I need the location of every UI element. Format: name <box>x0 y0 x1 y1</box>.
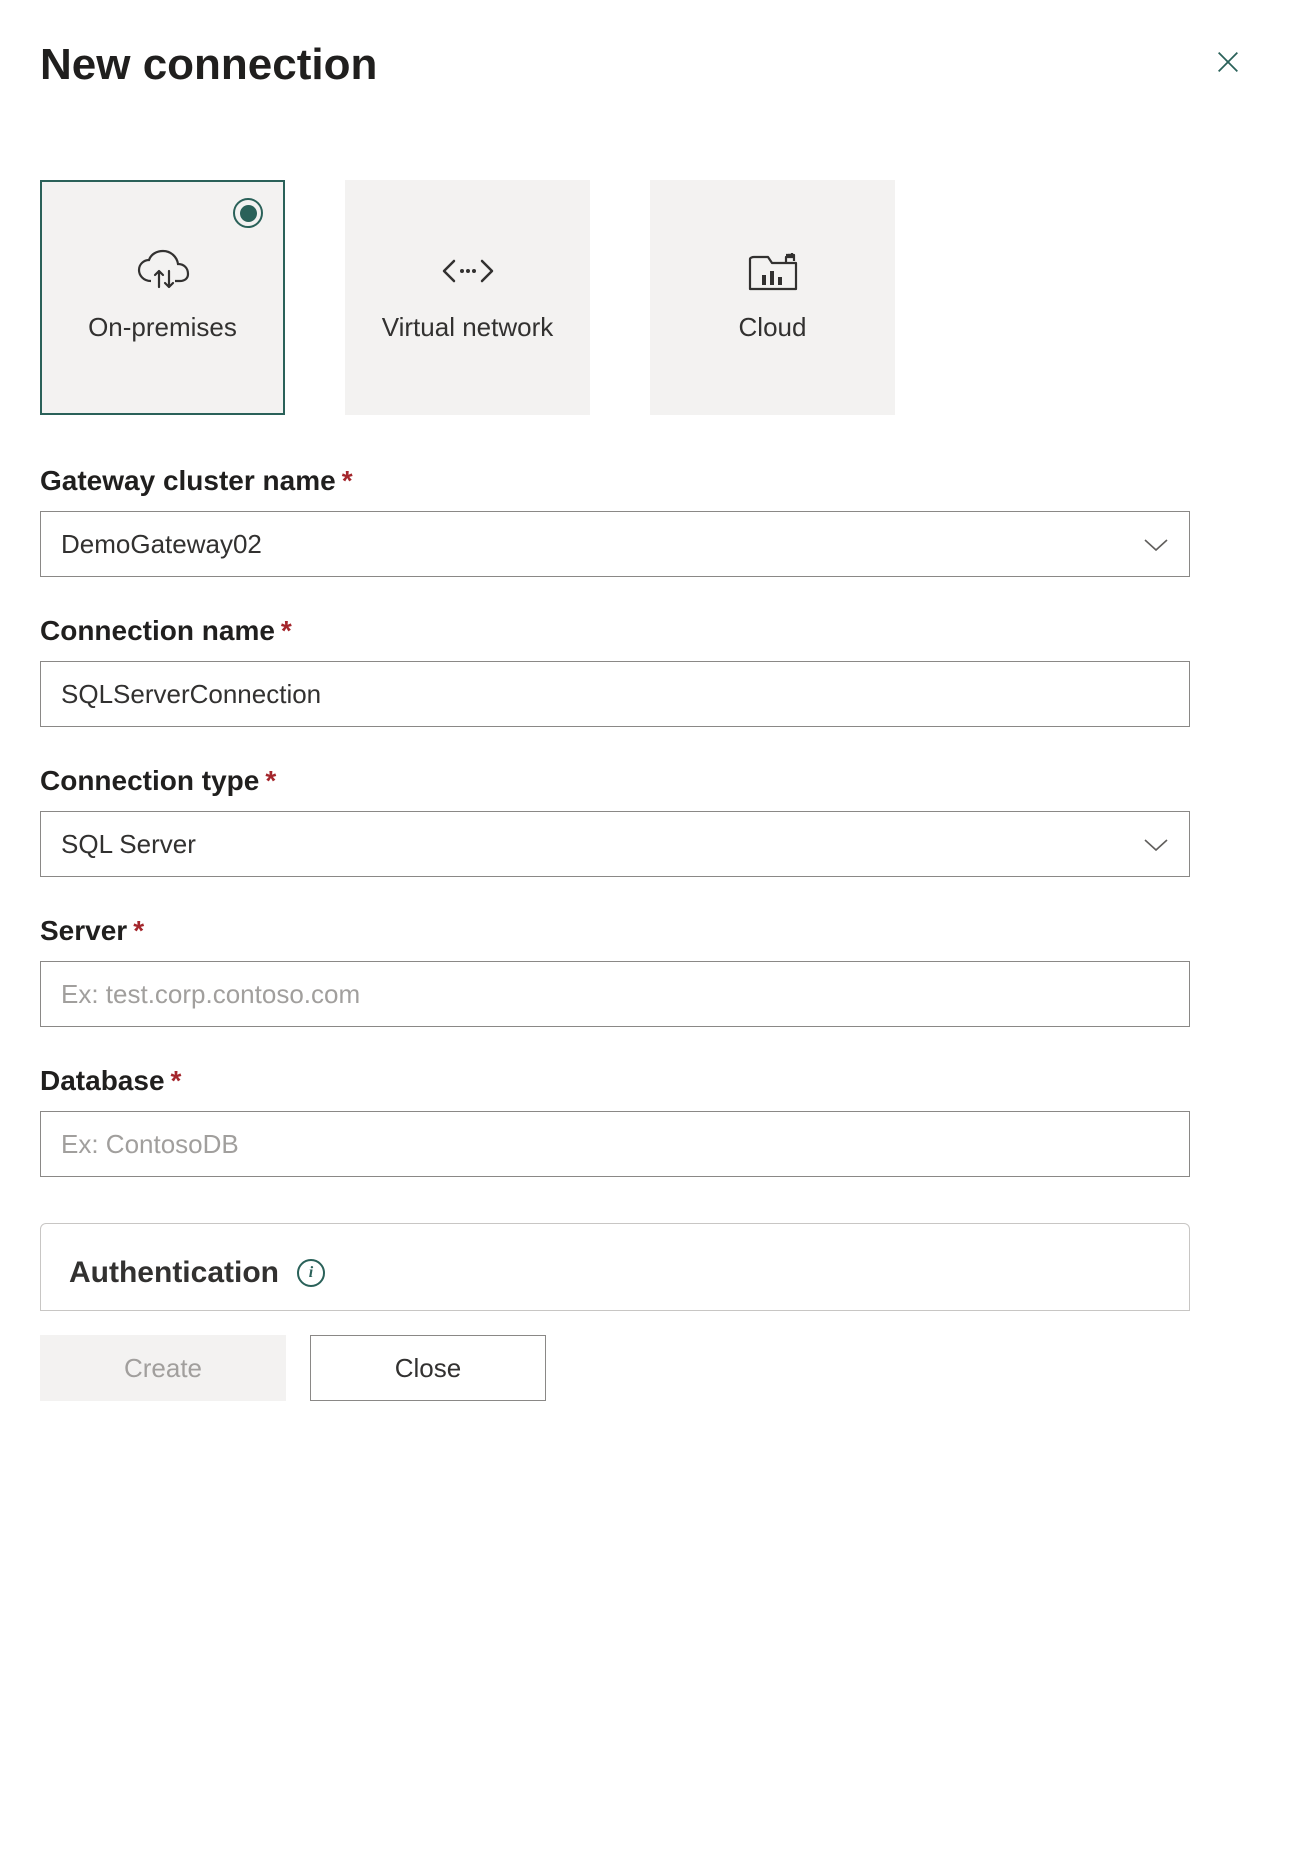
connection-type-select[interactable]: SQL Server <box>40 811 1190 877</box>
server-input[interactable] <box>40 961 1190 1027</box>
cloud-folder-icon <box>743 251 803 291</box>
database-label: Database* <box>40 1065 1250 1097</box>
virtual-network-icon <box>438 251 498 291</box>
chevron-down-icon <box>1143 829 1169 860</box>
connection-type-label: Connection type* <box>40 765 1250 797</box>
type-card-cloud[interactable]: Cloud <box>650 180 895 415</box>
type-card-label: On-premises <box>78 311 247 345</box>
info-icon[interactable]: i <box>297 1259 325 1287</box>
required-star: * <box>171 1065 182 1096</box>
connection-name-label: Connection name* <box>40 615 1250 647</box>
cloud-sync-icon <box>133 251 193 291</box>
required-star: * <box>133 915 144 946</box>
server-label: Server* <box>40 915 1250 947</box>
required-star: * <box>281 615 292 646</box>
required-star: * <box>265 765 276 796</box>
type-card-virtual-network[interactable]: Virtual network <box>345 180 590 415</box>
gateway-cluster-value: DemoGateway02 <box>61 529 262 560</box>
database-input[interactable] <box>40 1111 1190 1177</box>
authentication-label: Authentication <box>69 1256 279 1290</box>
gateway-cluster-label: Gateway cluster name* <box>40 465 1250 497</box>
chevron-down-icon <box>1143 529 1169 560</box>
gateway-cluster-select[interactable]: DemoGateway02 <box>40 511 1190 577</box>
footer-buttons: Create Close <box>40 1335 1250 1401</box>
close-button[interactable] <box>1206 40 1250 84</box>
type-card-label: Cloud <box>729 311 817 345</box>
type-card-label: Virtual network <box>372 311 564 345</box>
type-card-on-premises[interactable]: On-premises <box>40 180 285 415</box>
connection-name-input[interactable] <box>40 661 1190 727</box>
close-icon <box>1214 48 1242 76</box>
authentication-section: Authentication i <box>40 1223 1190 1311</box>
connection-type-cards: On-premises Virtual network Clo <box>40 180 1250 415</box>
required-star: * <box>342 465 353 496</box>
radio-selected-indicator <box>233 198 263 228</box>
page-title: New connection <box>40 40 377 90</box>
create-button[interactable]: Create <box>40 1335 286 1401</box>
connection-type-value: SQL Server <box>61 829 196 860</box>
close-footer-button[interactable]: Close <box>310 1335 546 1401</box>
